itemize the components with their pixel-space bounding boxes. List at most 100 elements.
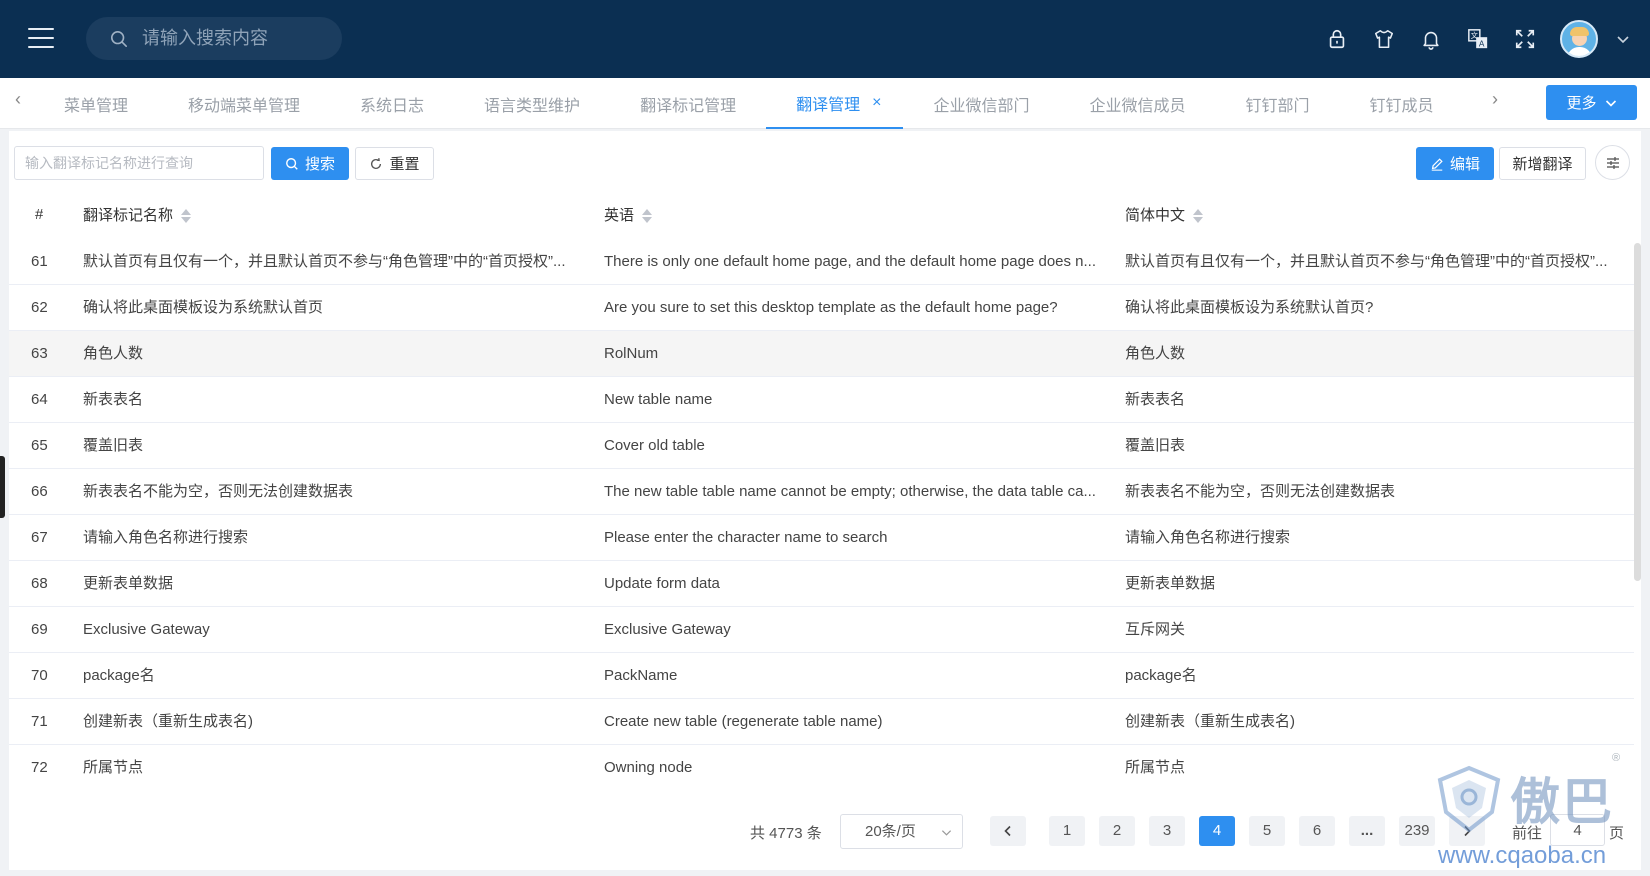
bell-icon[interactable]: [1418, 26, 1444, 52]
page-size-select[interactable]: 20条/页: [840, 814, 963, 849]
shirt-icon[interactable]: [1371, 26, 1397, 52]
tab-system-log[interactable]: 系统日志: [330, 78, 454, 129]
table-row[interactable]: 68 更新表单数据 Update form data 更新表单数据: [9, 561, 1634, 607]
table-scrollbar[interactable]: [1634, 239, 1641, 787]
tabs: 菜单管理 移动端菜单管理 系统日志 语言类型维护 翻译标记管理 翻译管理 × 企业…: [34, 78, 1442, 129]
page-button[interactable]: 5: [1249, 816, 1285, 846]
cell-chinese: 新表表名: [1125, 391, 1186, 408]
col-name-header[interactable]: 翻译标记名称: [83, 204, 192, 225]
tab-translation-management[interactable]: 翻译管理 ×: [766, 78, 904, 129]
table-row[interactable]: 64 新表表名 New table name 新表表名: [9, 377, 1634, 423]
tab-language-types[interactable]: 语言类型维护: [454, 78, 610, 129]
drag-handle[interactable]: [0, 456, 5, 518]
cell-english: Create new table (regenerate table name): [604, 713, 883, 730]
scrollbar-thumb[interactable]: [1634, 243, 1641, 581]
cell-index: 72: [31, 759, 48, 776]
tab-translation-marks[interactable]: 翻译标记管理: [610, 78, 766, 129]
cell-index: 68: [31, 575, 48, 592]
table-row[interactable]: 63 角色人数 RolNum 角色人数: [9, 331, 1634, 377]
cell-english: The new table table name cannot be empty…: [604, 483, 1096, 500]
goto-page-input[interactable]: [1550, 814, 1605, 846]
chevron-down-icon[interactable]: [1616, 32, 1630, 46]
cell-index: 61: [31, 253, 48, 270]
column-settings-button[interactable]: [1595, 145, 1630, 180]
page-button-current[interactable]: 4: [1199, 816, 1235, 846]
avatar[interactable]: [1560, 20, 1598, 58]
table-row[interactable]: 69 Exclusive Gateway Exclusive Gateway 互…: [9, 607, 1634, 653]
settings-sliders-icon: [1606, 156, 1619, 169]
prev-page-button[interactable]: [990, 816, 1026, 846]
query-input[interactable]: [14, 146, 264, 180]
cell-english: PackName: [604, 667, 678, 684]
page-button[interactable]: 2: [1099, 816, 1135, 846]
table-row[interactable]: 61 默认首页有且仅有一个，并且默认首页不参与“角色管理”中的“首页授权”...…: [9, 239, 1634, 285]
edit-icon: [1431, 157, 1443, 171]
tabs-scroll-right-icon[interactable]: ›: [1492, 90, 1506, 108]
cell-name: 所属节点: [83, 759, 144, 776]
main-panel: 搜索 重置 编辑 新增翻译 # 翻译标记名称 英语 简体中文 61 默认首页有且…: [9, 131, 1641, 870]
cell-index: 70: [31, 667, 48, 684]
table-row[interactable]: 71 创建新表（重新生成表名) Create new table (regene…: [9, 699, 1634, 745]
menu-icon[interactable]: [28, 28, 54, 48]
cell-index: 71: [31, 713, 48, 730]
sort-icon[interactable]: [642, 208, 653, 224]
global-search-input[interactable]: [142, 28, 322, 49]
chevron-left-icon: [1004, 825, 1011, 837]
chevron-down-icon: [1605, 99, 1616, 107]
col-english-header[interactable]: 英语: [604, 204, 653, 225]
lock-icon[interactable]: [1324, 26, 1350, 52]
cell-index: 67: [31, 529, 48, 546]
cell-english: Exclusive Gateway: [604, 621, 731, 638]
cell-index: 65: [31, 437, 48, 454]
table-row[interactable]: 72 所属节点 Owning node 所属节点: [9, 745, 1634, 787]
cell-name: 确认将此桌面模板设为系统默认首页: [83, 299, 324, 316]
tab-wecom-members[interactable]: 企业微信成员: [1059, 78, 1215, 129]
cell-name: 默认首页有且仅有一个，并且默认首页不参与“角色管理”中的“首页授权”...: [83, 253, 566, 270]
cell-english: Are you sure to set this desktop templat…: [604, 299, 1058, 316]
table-row[interactable]: 70 package名 PackName package名: [9, 653, 1634, 699]
reset-button[interactable]: 重置: [355, 147, 434, 180]
edit-button[interactable]: 编辑: [1416, 147, 1494, 180]
tab-mobile-menu-management[interactable]: 移动端菜单管理: [158, 78, 330, 129]
cell-chinese: 覆盖旧表: [1125, 437, 1186, 454]
next-page-button[interactable]: [1449, 816, 1485, 846]
goto-label: 前往: [1512, 825, 1543, 842]
close-icon[interactable]: ×: [872, 94, 881, 112]
cell-name: 覆盖旧表: [83, 437, 144, 454]
page-button[interactable]: 239: [1399, 816, 1435, 846]
pagination-total: 共 4773 条: [750, 825, 822, 842]
search-icon: [110, 30, 128, 47]
page-button[interactable]: 3: [1149, 816, 1185, 846]
tab-wecom-departments[interactable]: 企业微信部门: [903, 78, 1059, 129]
translate-icon[interactable]: A文: [1465, 26, 1491, 52]
sort-icon[interactable]: [1193, 208, 1204, 224]
table-row[interactable]: 62 确认将此桌面模板设为系统默认首页 Are you sure to set …: [9, 285, 1634, 331]
table-row[interactable]: 67 请输入角色名称进行搜索 Please enter the characte…: [9, 515, 1634, 561]
cell-index: 64: [31, 391, 48, 408]
cell-english: New table name: [604, 391, 713, 408]
fullscreen-icon[interactable]: [1512, 26, 1538, 52]
table-row[interactable]: 65 覆盖旧表 Cover old table 覆盖旧表: [9, 423, 1634, 469]
search-button[interactable]: 搜索: [271, 147, 349, 180]
cell-name: Exclusive Gateway: [83, 621, 210, 638]
tab-dingtalk-departments[interactable]: 钉钉部门: [1215, 78, 1339, 129]
table-row[interactable]: 66 新表表名不能为空，否则无法创建数据表 The new table tabl…: [9, 469, 1634, 515]
cell-name: 请输入角色名称进行搜索: [83, 529, 249, 546]
cell-name: package名: [83, 667, 155, 684]
cell-chinese: 角色人数: [1125, 345, 1186, 362]
cell-chinese: 确认将此桌面模板设为系统默认首页?: [1125, 299, 1374, 316]
cell-chinese: package名: [1125, 667, 1197, 684]
page-ellipsis[interactable]: ...: [1349, 816, 1385, 846]
tab-menu-management[interactable]: 菜单管理: [34, 78, 158, 129]
col-chinese-header[interactable]: 简体中文: [1125, 204, 1204, 225]
add-translation-button[interactable]: 新增翻译: [1499, 147, 1586, 180]
more-button[interactable]: 更多: [1546, 85, 1637, 120]
goto-suffix: 页: [1609, 825, 1625, 842]
sort-icon[interactable]: [181, 208, 192, 224]
tab-dingtalk-members[interactable]: 钉钉成员: [1339, 78, 1441, 129]
page-button[interactable]: 6: [1299, 816, 1335, 846]
top-bar: A文: [0, 0, 1650, 78]
global-search[interactable]: [86, 17, 342, 60]
page-button[interactable]: 1: [1049, 816, 1085, 846]
tabs-scroll-left-icon[interactable]: ‹: [15, 90, 29, 108]
